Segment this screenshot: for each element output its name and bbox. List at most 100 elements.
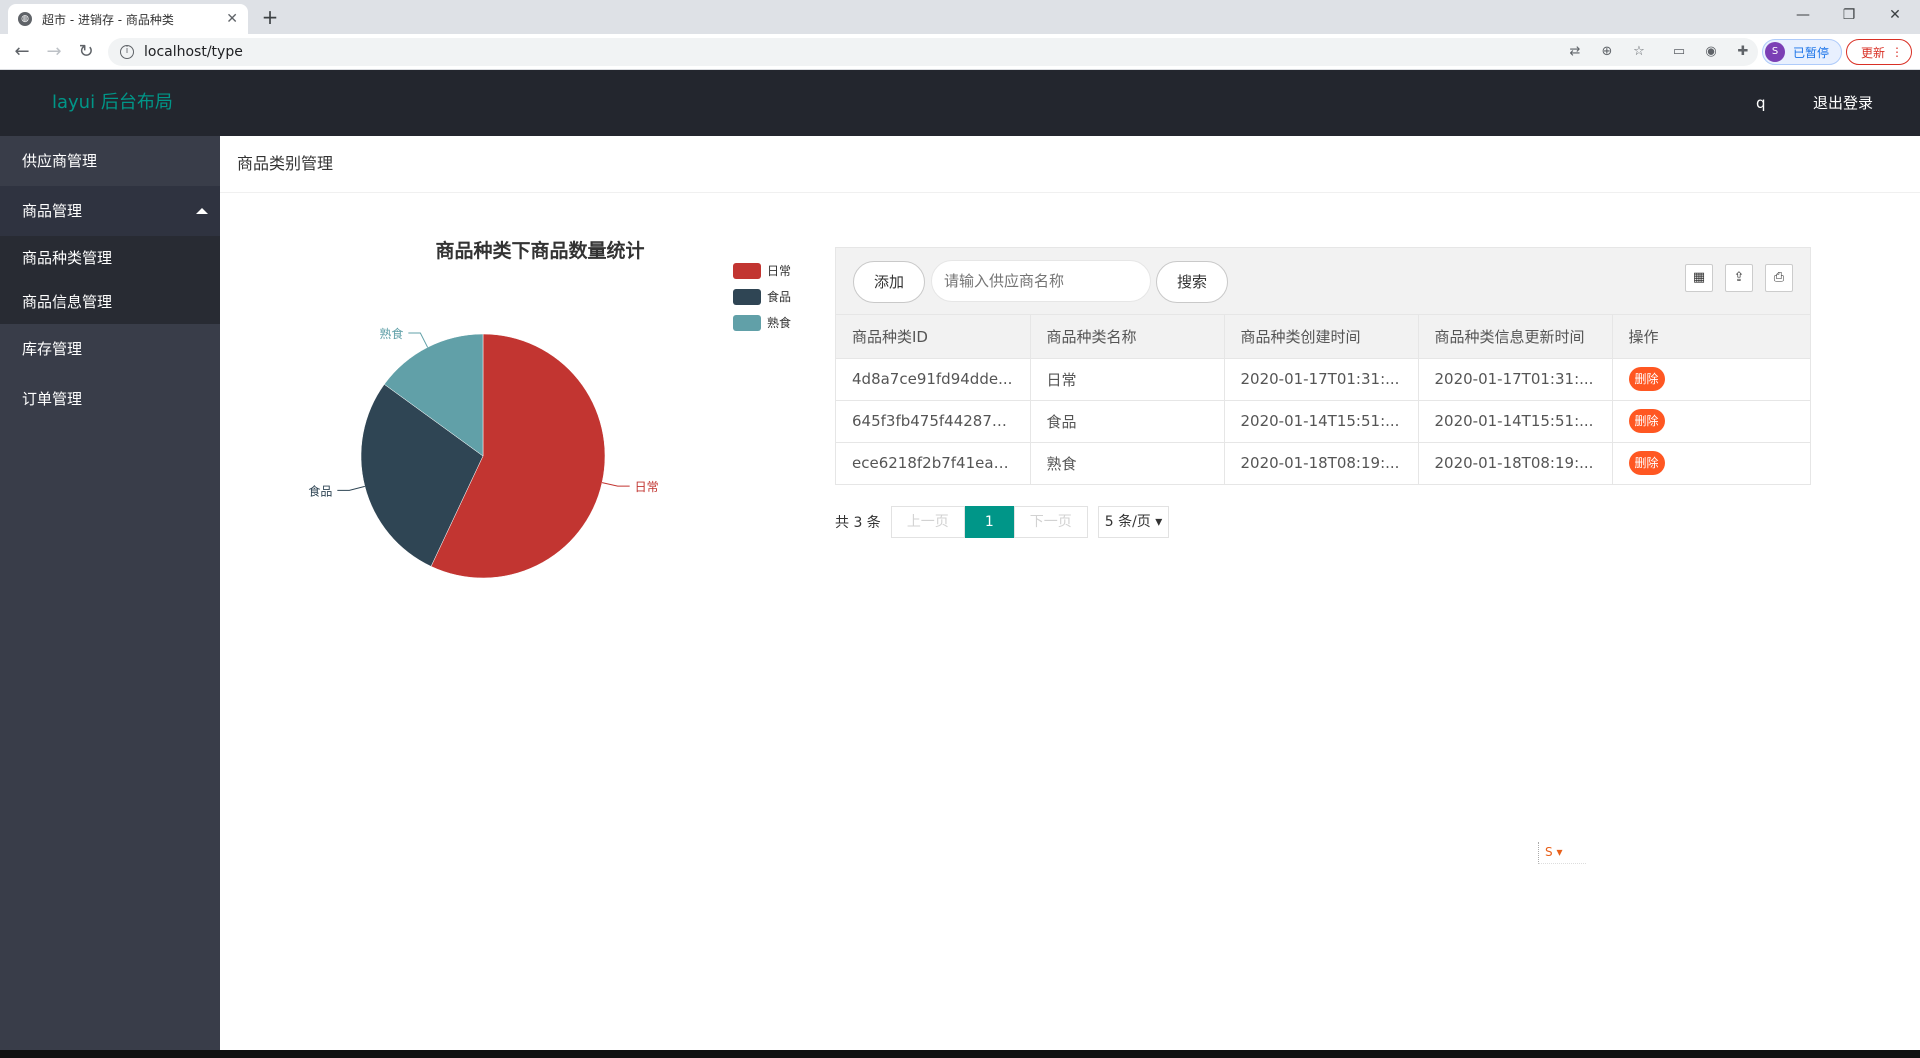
forward-icon[interactable]: → xyxy=(42,40,66,64)
leader-line xyxy=(337,485,365,491)
divider xyxy=(220,192,1920,193)
cell-id: ece6218f2b7f41eab... xyxy=(836,442,1031,484)
pagination: 共 3 条 上一页 1 下一页 5 条/页 ▾ xyxy=(835,505,1170,539)
puzzle-icon[interactable]: ✚ xyxy=(1733,42,1753,62)
app-header: layui 后台布局 q 退出登录 xyxy=(0,70,1920,136)
globe-icon: ◍ xyxy=(18,12,32,26)
cell-id: 645f3fb475f442878... xyxy=(836,400,1031,443)
sidebar-item-inventory[interactable]: 库存管理 xyxy=(0,324,220,374)
table-row[interactable]: ece6218f2b7f41eab... 熟食 2020-01-18T08:19… xyxy=(836,442,1810,484)
cell-name: 食品 xyxy=(1030,400,1225,443)
category-table: 商品种类ID 商品种类名称 商品种类创建时间 商品种类信息更新时间 操作 4d8… xyxy=(836,315,1810,484)
cell-updated: 2020-01-18T08:19:... xyxy=(1418,442,1613,484)
taskbar xyxy=(0,1050,1920,1058)
leader-line xyxy=(601,482,630,487)
logout-link[interactable]: 退出登录 xyxy=(1813,70,1873,136)
extension-screen-icon[interactable]: ▭ xyxy=(1669,42,1689,62)
column-header[interactable]: 商品种类ID xyxy=(836,315,1031,359)
sidebar-item-label: 商品管理 xyxy=(22,202,83,220)
tab-close-icon[interactable]: ✕ xyxy=(226,11,238,27)
kebab-menu-icon: ⋮ xyxy=(1891,45,1903,59)
column-header[interactable]: 操作 xyxy=(1612,315,1810,359)
header-username[interactable]: q xyxy=(1756,70,1766,136)
column-header[interactable]: 商品种类创建时间 xyxy=(1224,315,1419,359)
table-header-row: 商品种类ID 商品种类名称 商品种类创建时间 商品种类信息更新时间 操作 xyxy=(836,315,1810,359)
slice-label: 日常 xyxy=(635,480,659,494)
cell-name: 熟食 xyxy=(1030,442,1225,484)
new-tab-button[interactable]: + xyxy=(258,5,282,29)
browser-tabstrip: ◍ 超市 - 进销存 - 商品种类 ✕ + — ❐ ✕ xyxy=(0,0,1920,34)
avatar: S xyxy=(1765,42,1785,62)
restore-icon[interactable]: ❐ xyxy=(1826,0,1872,30)
leader-line xyxy=(408,332,429,348)
column-header[interactable]: 商品种类信息更新时间 xyxy=(1418,315,1613,359)
delete-button[interactable]: 删除 xyxy=(1628,367,1665,391)
profile-label: 已暂停 xyxy=(1793,45,1830,60)
sidebar-item-suppliers[interactable]: 供应商管理 xyxy=(0,136,220,186)
prev-page-button[interactable]: 上一页 xyxy=(890,506,965,538)
info-icon[interactable]: i xyxy=(120,45,134,59)
search-button[interactable]: 搜索 xyxy=(1156,261,1228,303)
cell-updated: 2020-01-14T15:51:... xyxy=(1418,400,1613,443)
chart-title: 商品种类下商品数量统计 xyxy=(435,239,644,262)
search-input[interactable] xyxy=(931,260,1151,302)
cell-created: 2020-01-17T01:31:... xyxy=(1224,358,1419,401)
sidebar-subnav: 商品种类管理 商品信息管理 xyxy=(0,236,220,324)
caret-up-icon xyxy=(196,208,208,214)
print-icon[interactable]: ⎙ xyxy=(1765,264,1793,292)
zoom-icon[interactable]: ⊕ xyxy=(1597,42,1617,62)
tab-title: 超市 - 进销存 - 商品种类 xyxy=(42,12,174,27)
star-icon[interactable]: ☆ xyxy=(1629,42,1649,62)
cell-id: 4d8a7ce91fd94dde... xyxy=(836,358,1031,401)
back-icon[interactable]: ← xyxy=(10,40,34,64)
browser-tab[interactable]: ◍ 超市 - 进销存 - 商品种类 ✕ xyxy=(8,4,248,34)
slice-label: 熟食 xyxy=(379,326,403,341)
page-size-select[interactable]: 5 条/页 ▾ xyxy=(1097,506,1170,538)
legend-label: 食品 xyxy=(767,289,791,304)
update-button[interactable]: 更新 ⋮ xyxy=(1846,39,1912,65)
columns-icon[interactable]: ▦ xyxy=(1685,264,1713,292)
sidebar-subitem-categories[interactable]: 商品种类管理 xyxy=(0,236,220,280)
legend-swatch xyxy=(733,315,761,331)
current-page[interactable]: 1 xyxy=(964,506,1014,538)
delete-button[interactable]: 删除 xyxy=(1628,409,1665,433)
reload-icon[interactable]: ↻ xyxy=(74,40,98,64)
legend-swatch xyxy=(733,263,761,279)
page-title: 商品类别管理 xyxy=(237,154,334,173)
profile-button[interactable]: S 已暂停 xyxy=(1762,39,1842,65)
browser-toolbar: ← → ↻ i localhost/type ⇄ ⊕ ☆ ▭ ◉ ✚ S 已暂停… xyxy=(0,34,1920,70)
legend-label: 日常 xyxy=(767,264,791,278)
pie-chart: 商品种类下商品数量统计日常食品熟食日常食品熟食 xyxy=(308,239,791,579)
table-row[interactable]: 645f3fb475f442878... 食品 2020-01-14T15:51… xyxy=(836,400,1810,443)
page-size-value: 5 条/页 xyxy=(1104,514,1151,530)
cell-created: 2020-01-14T15:51:... xyxy=(1224,400,1419,443)
table-row[interactable]: 4d8a7ce91fd94dde... 日常 2020-01-17T01:31:… xyxy=(836,358,1810,401)
window-close-icon[interactable]: ✕ xyxy=(1872,0,1918,30)
legend-swatch xyxy=(733,289,761,305)
cell-updated: 2020-01-17T01:31:... xyxy=(1418,358,1613,401)
translate-icon[interactable]: ⇄ xyxy=(1565,42,1585,62)
cell-action: 删除 xyxy=(1612,442,1810,484)
ime-logo-icon: S xyxy=(1545,845,1553,859)
update-label: 更新 xyxy=(1861,45,1886,60)
address-bar[interactable]: i localhost/type xyxy=(108,38,1758,66)
add-button[interactable]: 添加 xyxy=(853,261,925,303)
cell-created: 2020-01-18T08:19:... xyxy=(1224,442,1419,484)
data-table: 添加 搜索 ▦ ⇪ ⎙ 商品种类ID 商品种类名称 商品种类创建时间 商品种类信… xyxy=(835,247,1811,485)
url-text: localhost/type xyxy=(144,44,243,60)
pager-total: 共 3 条 xyxy=(835,515,881,531)
logo[interactable]: layui 后台布局 xyxy=(52,70,173,136)
sidebar-subitem-product-info[interactable]: 商品信息管理 xyxy=(0,280,220,324)
floating-input-widget[interactable]: S ▾ xyxy=(1538,842,1586,864)
camera-icon[interactable]: ◉ xyxy=(1701,42,1721,62)
slice-label: 食品 xyxy=(308,483,332,498)
cell-action: 删除 xyxy=(1612,358,1810,401)
minimize-icon[interactable]: — xyxy=(1780,0,1826,30)
sidebar-item-products[interactable]: 商品管理 xyxy=(0,186,220,236)
sidebar-item-orders[interactable]: 订单管理 xyxy=(0,374,220,424)
delete-button[interactable]: 删除 xyxy=(1628,451,1665,476)
column-header[interactable]: 商品种类名称 xyxy=(1030,315,1225,359)
next-page-button[interactable]: 下一页 xyxy=(1013,506,1088,538)
sidebar: 供应商管理 商品管理 商品种类管理 商品信息管理 库存管理 订单管理 xyxy=(0,136,220,1050)
export-icon[interactable]: ⇪ xyxy=(1725,264,1753,292)
